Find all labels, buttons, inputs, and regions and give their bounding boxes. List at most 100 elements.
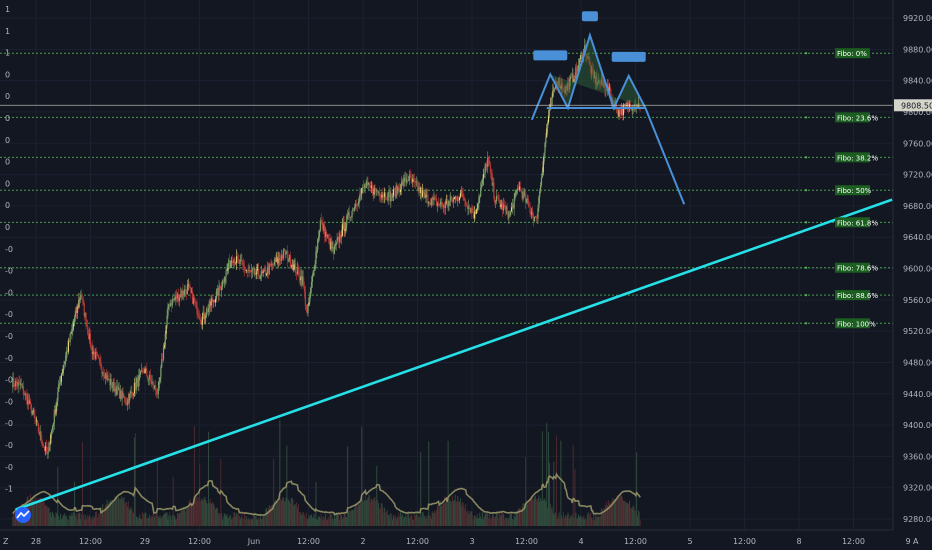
volume-bar — [208, 502, 210, 526]
candle-body — [416, 181, 418, 186]
volume-bar — [516, 513, 518, 526]
volume-bar — [547, 508, 549, 526]
candle-body — [207, 308, 210, 313]
volume-bar — [401, 513, 403, 526]
volume-bar — [337, 513, 339, 526]
volume-bar — [154, 517, 156, 526]
candle-body — [503, 204, 506, 208]
time-tick-label: 3 — [469, 537, 474, 546]
volume-bar — [450, 501, 452, 526]
candle-body — [78, 299, 80, 308]
candle-body — [357, 203, 359, 205]
corner-left-label[interactable]: Z — [3, 537, 9, 546]
volume-bar — [622, 500, 624, 526]
volume-bar — [72, 515, 74, 526]
candle-body — [247, 270, 249, 272]
volume-bar — [258, 517, 260, 526]
volume-bar — [463, 505, 465, 526]
corner-right-label[interactable]: A — [913, 537, 919, 546]
volume-bar — [289, 501, 291, 526]
candle-body — [79, 298, 81, 300]
candle-body — [129, 393, 131, 394]
volume-bar — [464, 509, 466, 526]
volume-bar — [348, 510, 350, 526]
volume-bar — [14, 513, 16, 526]
volume-bar — [276, 500, 278, 526]
volume-bar — [380, 502, 382, 526]
candle-body — [468, 205, 470, 209]
volume-bar — [357, 504, 359, 526]
candle-body — [551, 96, 553, 105]
volume-bar — [485, 513, 487, 526]
volume-bar — [114, 496, 116, 526]
candle-body — [525, 199, 528, 203]
candle-body — [56, 400, 58, 406]
candle-body — [304, 291, 306, 306]
volume-bar — [598, 516, 600, 526]
volume-bar — [215, 507, 217, 526]
candle-body — [463, 198, 465, 201]
volume-bar — [588, 516, 590, 526]
candle-body — [542, 161, 544, 173]
volume-bar — [67, 519, 69, 526]
volume-bar — [256, 519, 258, 526]
tradingview-cloud-icon[interactable] — [15, 507, 31, 523]
candle-body — [41, 439, 43, 445]
candle-body — [303, 276, 305, 287]
left-shoulder-marker — [533, 50, 568, 61]
volume-bar — [310, 515, 312, 526]
volume-bar — [113, 499, 115, 526]
volume-bar — [583, 516, 585, 526]
candle-body — [441, 201, 443, 205]
volume-bar — [229, 515, 231, 526]
volume-bar — [554, 514, 556, 526]
candle-body — [199, 319, 202, 322]
candle-body — [547, 122, 549, 129]
left-axis-tick-label: -0 — [5, 288, 13, 297]
candle-body — [308, 302, 310, 305]
candle-body — [535, 216, 537, 218]
volume-bar — [597, 517, 599, 526]
volume-bar — [295, 504, 297, 526]
volume-bar — [614, 498, 616, 526]
left-axis-tick-label: -0 — [5, 376, 13, 385]
volume-bar — [484, 514, 486, 526]
chart-canvas[interactable]: 9920.009880.009840.009800.009760.009720.… — [0, 0, 932, 550]
volume-bar — [163, 513, 165, 526]
volume-bar — [395, 517, 397, 526]
candle-body — [543, 152, 545, 162]
right-shoulder-marker — [611, 51, 646, 62]
volume-bar — [289, 503, 291, 526]
volume-bar — [555, 435, 557, 526]
volume-bar — [553, 461, 555, 526]
volume-bar — [268, 505, 270, 526]
candle-body — [155, 385, 157, 391]
volume-bar — [526, 504, 528, 526]
candle-body — [307, 304, 309, 314]
candle-body — [548, 108, 551, 116]
volume-bar — [143, 513, 145, 526]
volume-bar — [496, 512, 498, 526]
volume-bar — [264, 515, 266, 526]
volume-bar — [472, 515, 474, 526]
volume-bar — [393, 517, 395, 526]
candle-body — [95, 351, 98, 354]
volume-bar — [149, 518, 151, 526]
volume-bar — [615, 498, 617, 526]
time-tick-label: 12:00 — [624, 537, 647, 546]
candle-body — [488, 161, 491, 165]
volume-bar — [540, 497, 542, 526]
volume-bar — [255, 516, 257, 526]
volume-bar — [141, 512, 143, 526]
volume-bar — [135, 516, 137, 526]
volume-bar — [342, 516, 344, 526]
candle-body — [361, 188, 363, 194]
candle-body — [255, 274, 257, 275]
volume-bar — [596, 515, 598, 526]
volume-bar — [199, 464, 201, 526]
volume-bar — [203, 497, 205, 526]
volume-bar — [225, 515, 227, 526]
candle-body — [369, 182, 371, 187]
volume-bar — [281, 497, 283, 526]
volume-bar — [210, 503, 212, 526]
